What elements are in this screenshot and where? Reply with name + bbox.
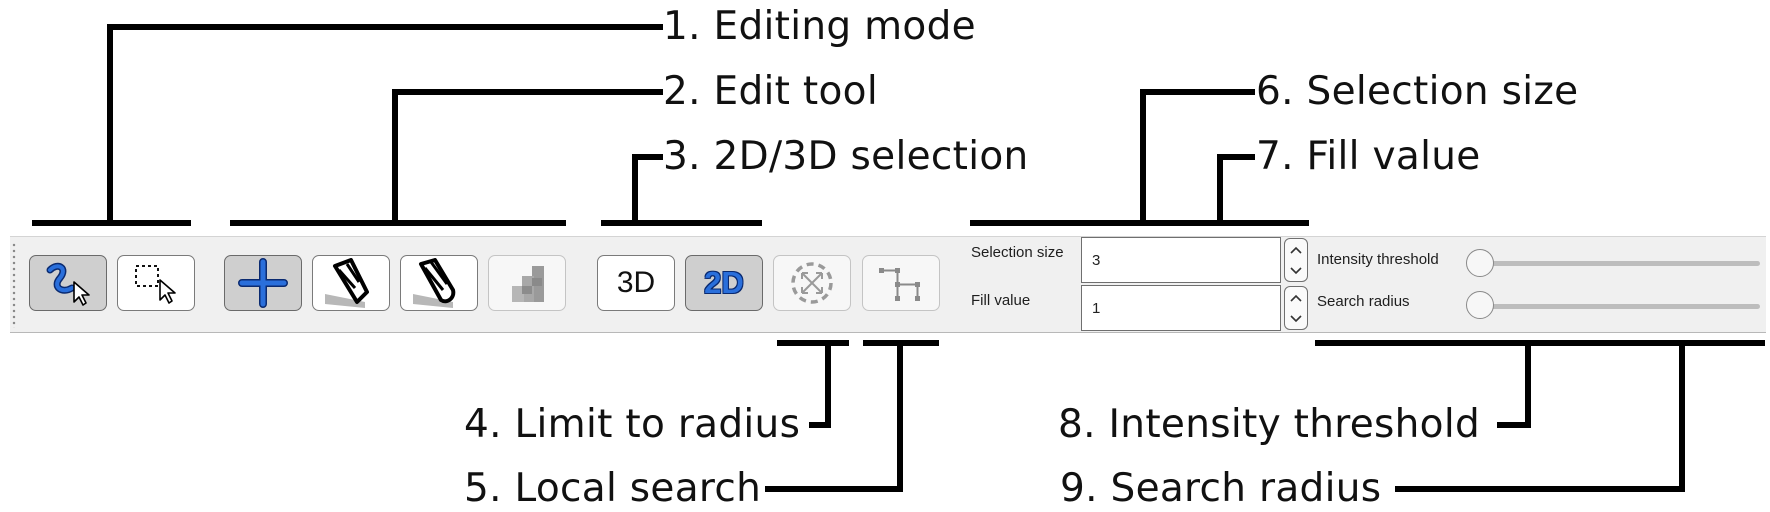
callout-selection-size: 6. Selection size [1256, 69, 1579, 114]
chevron-up-icon [1290, 246, 1302, 254]
intensity-threshold-label: Intensity threshold [1317, 251, 1439, 268]
eraser-tool-button[interactable] [400, 255, 478, 311]
callout-intensity-threshold: 8. Intensity threshold [1058, 402, 1481, 447]
2d-selection-button[interactable]: 2D [685, 255, 763, 311]
selection-size-increment[interactable] [1285, 239, 1307, 260]
selection-size-label: Selection size [971, 244, 1064, 261]
fill-value-decrement[interactable] [1285, 308, 1307, 329]
callout-fill-value: 7. Fill value [1256, 134, 1481, 179]
plus-icon [238, 258, 288, 308]
freehand-select-icon [46, 262, 90, 306]
add-tool-button[interactable] [224, 255, 302, 311]
pen-tool-button[interactable] [312, 255, 390, 311]
local-search-button[interactable] [862, 255, 940, 311]
2d-label: 2D [704, 265, 744, 300]
box-select-icon [135, 265, 176, 304]
chevron-down-icon [1290, 314, 1302, 322]
callout-edit-tool: 2. Edit tool [663, 69, 878, 114]
leader-intensity-threshold [1497, 340, 1531, 428]
eraser-icon [413, 258, 456, 308]
chevron-down-icon [1290, 266, 1302, 274]
toolbar-grip-handle[interactable] [11, 242, 17, 328]
search-radius-label: Search radius [1317, 293, 1410, 310]
callout-search-radius: 9. Search radius [1060, 466, 1382, 511]
selection-size-input[interactable] [1081, 237, 1281, 283]
fill-value-increment[interactable] [1285, 287, 1307, 308]
selection-size-spinner[interactable] [1284, 238, 1308, 282]
callout-editing-mode: 1. Editing mode [663, 4, 976, 49]
freehand-select-mode-button[interactable] [29, 255, 107, 311]
limit-to-radius-button[interactable] [773, 255, 851, 311]
staircase-icon [512, 266, 544, 302]
threshold-tool-button[interactable] [488, 255, 566, 311]
selection-size-decrement[interactable] [1285, 260, 1307, 281]
local-search-icon [879, 268, 920, 301]
callout-2d3d-selection: 3. 2D/3D selection [663, 134, 1029, 179]
3d-label: 3D [616, 266, 656, 299]
3d-selection-button[interactable]: 3D [597, 255, 675, 311]
box-select-mode-button[interactable] [117, 255, 195, 311]
search-radius-slider-handle[interactable] [1466, 291, 1494, 319]
callout-local-search: 5. Local search [464, 466, 762, 511]
fill-value-input[interactable] [1081, 285, 1281, 331]
callout-limit-radius: 4. Limit to radius [464, 402, 801, 447]
pen-icon [325, 258, 369, 308]
fill-value-spinner[interactable] [1284, 286, 1308, 330]
chevron-up-icon [1290, 294, 1302, 302]
intensity-threshold-slider-track[interactable] [1480, 261, 1760, 266]
fill-value-label: Fill value [971, 292, 1031, 309]
search-radius-slider-track[interactable] [1480, 304, 1760, 309]
intensity-threshold-slider-handle[interactable] [1466, 249, 1494, 277]
leader-fill-value [1217, 154, 1255, 226]
dashed-circle-icon [791, 262, 833, 304]
